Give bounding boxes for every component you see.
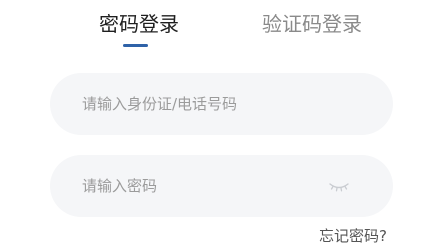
- password-input[interactable]: [82, 155, 342, 217]
- tab-password-login[interactable]: 密码登录: [99, 10, 179, 38]
- account-field[interactable]: [50, 73, 393, 135]
- forgot-password-link[interactable]: 忘记密码?: [319, 226, 387, 246]
- login-form: 密码登录 验证码登录 忘记密码?: [0, 0, 438, 250]
- active-tab-indicator: [123, 44, 148, 47]
- account-input[interactable]: [82, 73, 342, 135]
- tab-code-login[interactable]: 验证码登录: [262, 10, 362, 38]
- password-field[interactable]: [50, 155, 393, 217]
- eye-closed-icon[interactable]: [327, 177, 351, 195]
